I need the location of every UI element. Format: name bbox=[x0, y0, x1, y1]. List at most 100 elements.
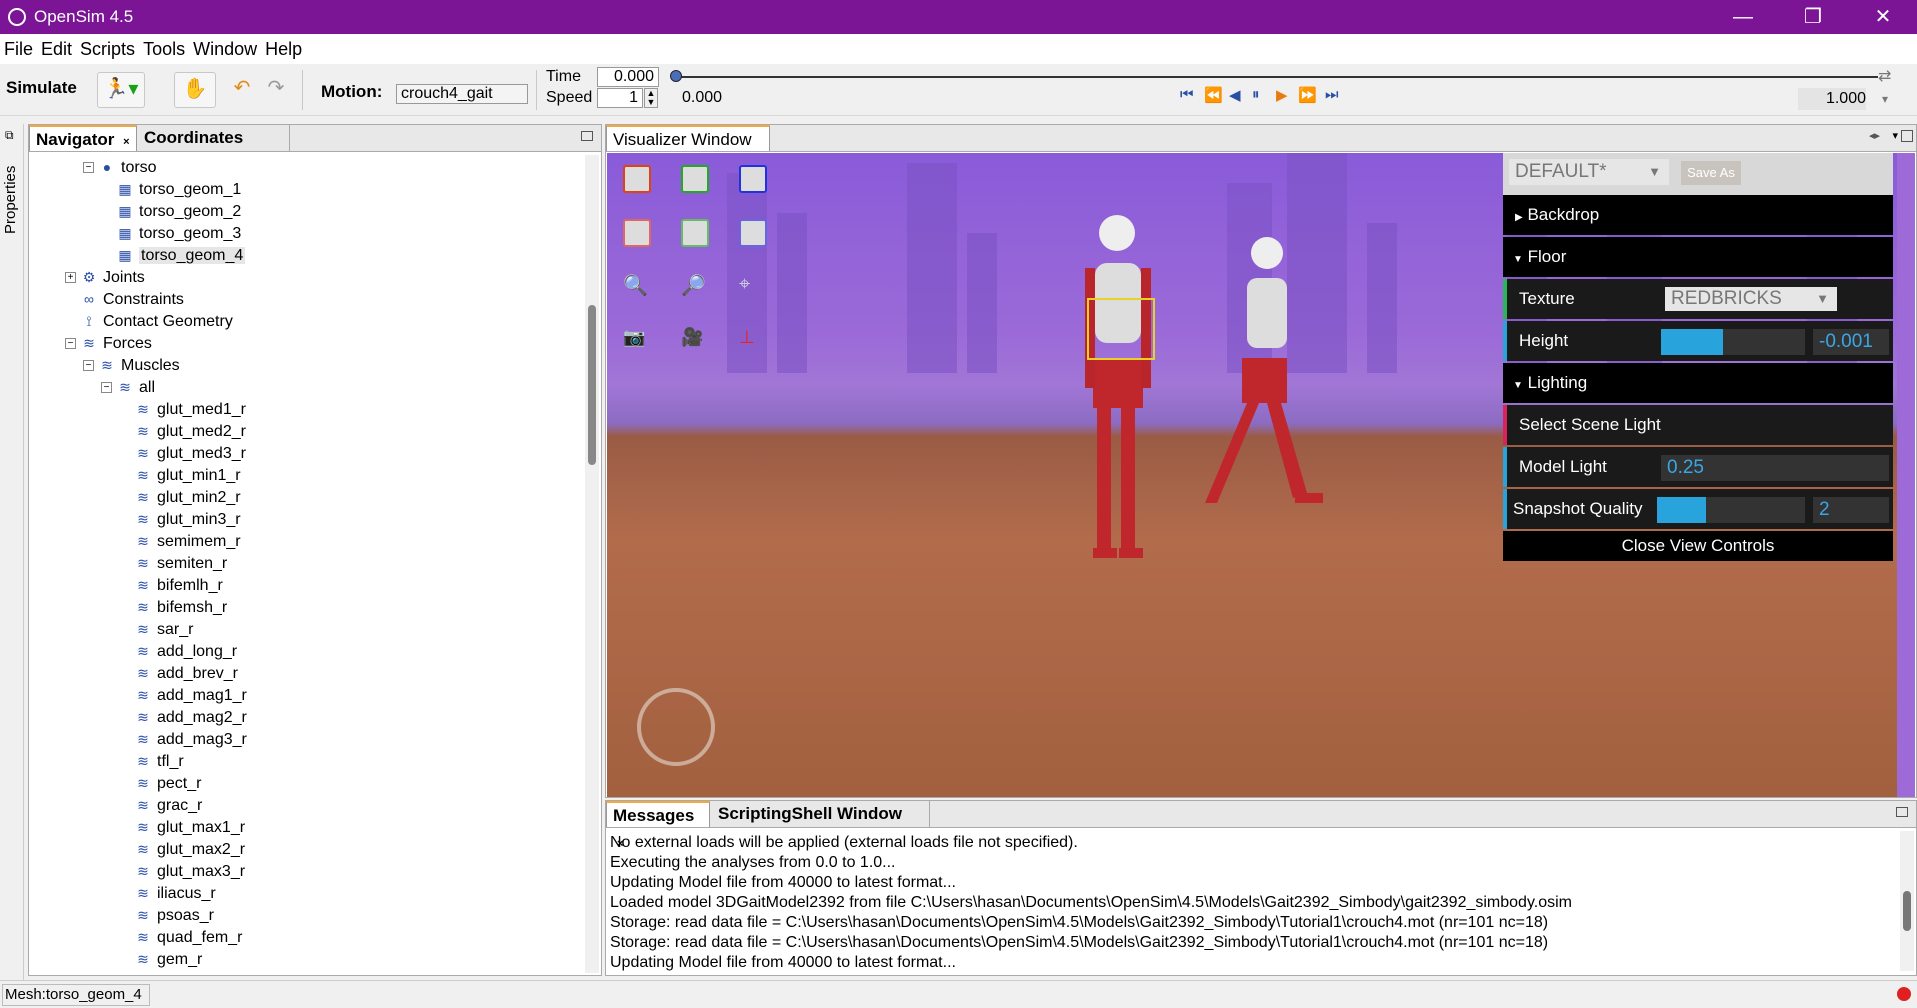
undo-icon[interactable]: ↶ bbox=[228, 72, 256, 106]
tree-item[interactable]: ≋ grac_r bbox=[135, 794, 202, 816]
tree-item[interactable]: ≋ add_mag3_r bbox=[135, 728, 247, 750]
tree-item[interactable]: ▦ torso_geom_1 bbox=[117, 178, 241, 200]
tab-visualizer[interactable]: Visualizer Window × bbox=[606, 125, 770, 174]
tab-messages[interactable]: Messages × bbox=[606, 801, 710, 850]
lighting-section[interactable]: ▼ Lighting bbox=[1503, 363, 1893, 403]
close-tab-icon[interactable]: × bbox=[123, 136, 129, 148]
tree-item[interactable]: ≋ glut_max1_r bbox=[135, 816, 245, 838]
height-input[interactable]: -0.001 bbox=[1813, 329, 1889, 355]
time-slider-track[interactable] bbox=[674, 76, 1878, 78]
menu-tools[interactable]: Tools bbox=[139, 34, 189, 64]
minimize-button[interactable]: — bbox=[1713, 2, 1773, 32]
maximize-button[interactable]: ❐ bbox=[1783, 2, 1843, 32]
motion-field[interactable]: crouch4_gait bbox=[396, 84, 528, 104]
tab-scroll-icon[interactable]: ◂▸ bbox=[1869, 129, 1880, 142]
tree-item[interactable]: ● torso bbox=[99, 156, 157, 178]
time-input[interactable]: 0.000 bbox=[597, 67, 659, 87]
snapshot-camera-icon[interactable]: 📷 bbox=[623, 327, 647, 351]
toolbar-options-icon[interactable]: ▾ bbox=[1882, 92, 1888, 106]
maximize-panel-icon[interactable] bbox=[1901, 130, 1913, 142]
redo-icon[interactable]: ↷ bbox=[262, 72, 290, 106]
tree-item[interactable]: ≋ quad_fem_r bbox=[135, 926, 242, 948]
tab-list-icon[interactable]: ▾ bbox=[1892, 129, 1898, 142]
tree-item[interactable]: ≋ glut_min1_r bbox=[135, 464, 240, 486]
messages-scrollbar[interactable] bbox=[1900, 831, 1914, 971]
tree-item[interactable]: ≋ gem_r bbox=[135, 948, 202, 970]
tab-navigator[interactable]: Navigator × bbox=[29, 125, 137, 151]
view-top-icon[interactable] bbox=[681, 165, 709, 193]
tree-item[interactable]: ≋ semimem_r bbox=[135, 530, 240, 552]
tree-item[interactable]: ≋ sar_r bbox=[135, 618, 193, 640]
tree-item[interactable]: ≋ glut_med3_r bbox=[135, 442, 246, 464]
close-view-controls-button[interactable]: Close View Controls bbox=[1503, 531, 1893, 561]
save-as-button[interactable]: Save As bbox=[1681, 161, 1741, 185]
tree-item[interactable]: ▦ torso_geom_4 bbox=[117, 244, 246, 266]
record-movie-icon[interactable]: 🎥 bbox=[681, 327, 705, 351]
texture-dropdown[interactable]: REDBRICKS ▼ bbox=[1665, 287, 1837, 311]
pan-hand-icon[interactable]: ✋ bbox=[174, 72, 216, 108]
3d-scene-viewport[interactable]: 🔍 🔎 ⌖ 📷 🎥 ⊥ DEFAULT* ▼ Save As ▶ Backdro… bbox=[607, 153, 1915, 797]
pause-icon[interactable]: ⏸ bbox=[1252, 86, 1261, 103]
tree-item[interactable]: ⟟ Contact Geometry bbox=[81, 310, 232, 332]
tree-item[interactable]: ≋ Muscles bbox=[99, 354, 180, 376]
scrollbar-thumb[interactable] bbox=[1903, 891, 1911, 931]
tree-expander[interactable]: − bbox=[83, 360, 94, 371]
axes-icon[interactable]: ⊥ bbox=[739, 327, 763, 351]
tree-item[interactable]: ≋ glut_med1_r bbox=[135, 398, 246, 420]
tree-item[interactable]: ≋ add_brev_r bbox=[135, 662, 238, 684]
tree-item[interactable]: ≋ semiten_r bbox=[135, 552, 227, 574]
snapshot-quality-slider[interactable] bbox=[1657, 497, 1805, 523]
error-indicator-icon[interactable] bbox=[1897, 987, 1911, 1001]
run-simulation-button[interactable]: 🏃▾ bbox=[97, 72, 145, 108]
menu-help[interactable]: Help bbox=[261, 34, 306, 64]
tab-scripting-shell[interactable]: ScriptingShell Window bbox=[712, 801, 930, 827]
zoom-in-icon[interactable]: 🔎 bbox=[681, 273, 706, 297]
scrollbar-thumb[interactable] bbox=[588, 305, 596, 465]
skip-start-icon[interactable]: ⏮ bbox=[1180, 86, 1195, 103]
preset-dropdown[interactable]: DEFAULT* ▼ bbox=[1509, 159, 1669, 185]
close-button[interactable]: ✕ bbox=[1853, 2, 1913, 32]
menu-scripts[interactable]: Scripts bbox=[76, 34, 139, 64]
tree-item[interactable]: ≋ add_long_r bbox=[135, 640, 237, 662]
snapshot-quality-input[interactable]: 2 bbox=[1813, 497, 1889, 523]
tree-item[interactable]: ≋ glut_min3_r bbox=[135, 508, 240, 530]
tree-item[interactable]: ≋ bifemsh_r bbox=[135, 596, 227, 618]
tree-item[interactable]: ≋ Forces bbox=[81, 332, 152, 354]
skeleton-model-right[interactable] bbox=[1187, 233, 1337, 533]
menu-window[interactable]: Window bbox=[189, 34, 261, 64]
select-scene-light-row[interactable]: Select Scene Light bbox=[1503, 405, 1893, 445]
play-reverse-icon[interactable]: ◀ bbox=[1229, 86, 1242, 104]
tree-item[interactable]: ▦ torso_geom_3 bbox=[117, 222, 241, 244]
tree-item[interactable]: ≋ all bbox=[117, 376, 155, 398]
restore-panel-icon[interactable]: ⧉ bbox=[5, 128, 14, 143]
tree-item[interactable]: ≋ psoas_r bbox=[135, 904, 214, 926]
tree-expander[interactable]: − bbox=[101, 382, 112, 393]
step-forward-icon[interactable]: ⏩ bbox=[1298, 86, 1318, 104]
model-light-input[interactable]: 0.25 bbox=[1661, 455, 1889, 481]
properties-tab[interactable]: Properties bbox=[2, 166, 19, 234]
play-icon[interactable]: ▶ bbox=[1276, 86, 1289, 104]
step-back-icon[interactable]: ⏪ bbox=[1204, 86, 1224, 104]
menu-file[interactable]: File bbox=[0, 34, 37, 64]
tree-item[interactable]: ≋ iliacus_r bbox=[135, 882, 216, 904]
fit-view-icon[interactable]: ⌖ bbox=[739, 273, 763, 297]
tree-expander[interactable]: − bbox=[65, 338, 76, 349]
minimize-panel-icon[interactable] bbox=[581, 131, 593, 141]
tree-item[interactable]: ≋ glut_max3_r bbox=[135, 860, 245, 882]
minimize-panel-icon[interactable] bbox=[1896, 807, 1908, 817]
tree-item[interactable]: ▦ torso_geom_2 bbox=[117, 200, 241, 222]
zoom-out-icon[interactable]: 🔍 bbox=[623, 273, 648, 297]
tree-item[interactable]: ≋ pect_r bbox=[135, 772, 201, 794]
tree-expander[interactable]: + bbox=[65, 272, 76, 283]
tree-item[interactable]: ≋peri_r bbox=[135, 970, 198, 973]
view-side-icon[interactable] bbox=[739, 165, 767, 193]
tree-item[interactable]: ≋ tfl_r bbox=[135, 750, 184, 772]
view-back-icon[interactable] bbox=[623, 219, 651, 247]
floor-section[interactable]: ▼ Floor bbox=[1503, 237, 1893, 277]
tree-item[interactable]: ≋ bifemlh_r bbox=[135, 574, 223, 596]
tree-item[interactable]: ∞ Constraints bbox=[81, 288, 184, 310]
tree-item[interactable]: ⚙ Joints bbox=[81, 266, 145, 288]
height-slider[interactable] bbox=[1661, 329, 1805, 355]
time-slider-handle[interactable] bbox=[670, 70, 682, 82]
tree-item[interactable]: ≋ glut_max2_r bbox=[135, 838, 245, 860]
